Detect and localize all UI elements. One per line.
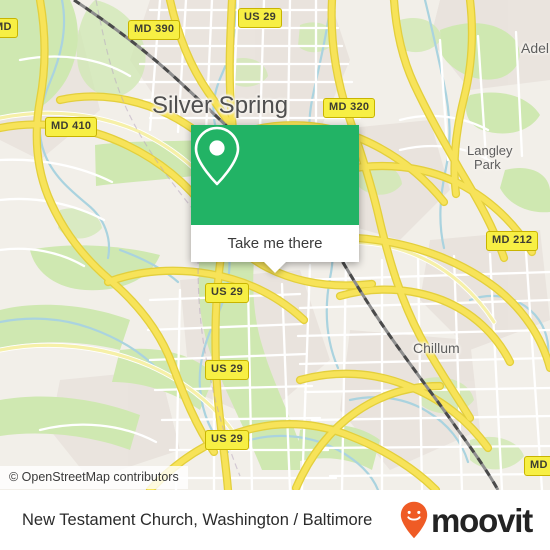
- map-label-park: Park: [474, 157, 501, 172]
- highway-shield-us-29-mid: US 29: [205, 283, 250, 303]
- highway-shield-us-29-top: US 29: [238, 8, 283, 28]
- highway-shield-md-390: MD 390: [128, 20, 181, 40]
- popup-action-bar[interactable]: Take me there: [191, 225, 359, 262]
- map-label-chillum: Chillum: [413, 340, 460, 356]
- highway-shield-md-right: MD: [524, 456, 550, 476]
- moovit-wordmark: moovit: [431, 501, 533, 539]
- highway-shield-md-410: MD 410: [45, 117, 98, 137]
- location-title: New Testament Church, Washington / Balti…: [22, 510, 373, 529]
- location-popup-card[interactable]: Take me there: [191, 125, 359, 273]
- highway-shield-md-212: MD 212: [486, 231, 539, 251]
- moovit-brand[interactable]: moovit: [400, 501, 533, 539]
- map-attribution[interactable]: © OpenStreetMap contributors: [0, 466, 188, 489]
- bottom-bar: New Testament Church, Washington / Balti…: [0, 490, 550, 550]
- highway-shield-md-320: MD 320: [323, 98, 376, 118]
- map-pin-icon: [194, 126, 240, 186]
- map-canvas[interactable]: Silver Spring Adel Langley Park Chillum …: [0, 0, 550, 490]
- map-label-adelphi: Adel: [521, 40, 550, 56]
- popup-header: [191, 125, 359, 225]
- popup-pointer-arrow: [264, 262, 286, 273]
- highway-shield-us-29-lower: US 29: [205, 360, 250, 380]
- highway-shield-us-29-bottom: US 29: [205, 430, 250, 450]
- map-label-silver-spring: Silver Spring: [152, 92, 289, 119]
- take-me-there-button-label: Take me there: [227, 235, 323, 252]
- highway-shield-md-left-clipped: MD: [0, 18, 18, 38]
- map-screenshot: Silver Spring Adel Langley Park Chillum …: [0, 0, 550, 550]
- moovit-smiling-pin-icon: [400, 501, 428, 539]
- map-label-langley: Langley: [467, 143, 513, 158]
